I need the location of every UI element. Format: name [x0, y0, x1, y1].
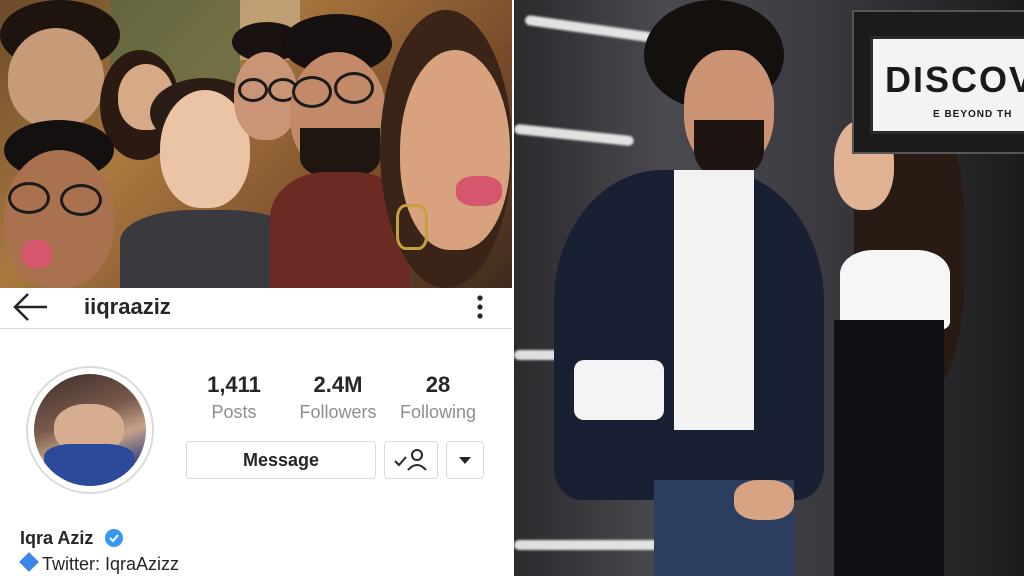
instagram-profile: iiqraaziz 1,411 Posts 2.4M Followers 28 … [0, 288, 512, 576]
stat-followers[interactable]: 2.4M Followers [288, 372, 388, 423]
woman-dress [834, 320, 944, 576]
glasses-lens [60, 184, 102, 216]
following-label: Following [399, 402, 477, 422]
profile-username: iiqraaziz [84, 294, 171, 319]
man-shirt [674, 170, 754, 430]
event-sign-panel: DISCOV E BEYOND TH [870, 36, 1024, 134]
triangle-down-icon [459, 457, 471, 464]
more-options-icon[interactable] [470, 292, 490, 322]
event-sign-text: DISCOV [885, 59, 1024, 100]
followers-count: 2.4M [313, 372, 363, 397]
verified-badge-icon [105, 529, 123, 547]
earring [396, 204, 428, 250]
tongue [456, 176, 502, 206]
glasses-lens [238, 78, 268, 102]
man-sleeve [574, 360, 664, 420]
profile-bio: Twitter: IqraAzizz [18, 552, 180, 575]
group-selfie-photo [0, 0, 512, 288]
profile-avatar[interactable] [26, 366, 154, 494]
tongue [22, 240, 52, 268]
glasses-lens [8, 182, 50, 214]
posts-count: 1,411 [207, 372, 261, 397]
event-sign-subtext: E BEYOND TH [933, 109, 1013, 120]
person-face [4, 150, 114, 288]
avatar-image [34, 374, 146, 486]
person-check-icon [394, 449, 427, 471]
back-arrow-icon[interactable] [12, 290, 50, 324]
suggestions-dropdown-button[interactable] [446, 441, 484, 479]
couple-photo: DISCOV E BEYOND TH [514, 0, 1024, 576]
glasses-lens [292, 76, 332, 108]
following-count: 28 [425, 372, 451, 397]
blue-diamond-icon [19, 552, 39, 572]
event-sign: DISCOV E BEYOND TH [852, 10, 1024, 154]
stat-following[interactable]: 28 Following [390, 372, 486, 423]
following-status-button[interactable] [384, 441, 438, 479]
profile-stats: 1,411 Posts 2.4M Followers 28 Following [186, 372, 486, 432]
profile-full-name: Iqra Aziz [20, 528, 94, 548]
woman-top [840, 250, 950, 330]
person-face [8, 28, 104, 128]
glasses-lens [334, 72, 374, 104]
floor-light [514, 540, 664, 550]
bio-text: Twitter: IqraAzizz [42, 554, 180, 574]
ceiling-light [514, 123, 635, 147]
profile-header: iiqraaziz [0, 288, 512, 329]
message-button[interactable]: Message [186, 441, 376, 479]
beard [300, 128, 380, 178]
stat-posts[interactable]: 1,411 Posts [186, 372, 282, 423]
followers-label: Followers [299, 402, 377, 422]
posts-label: Posts [211, 402, 257, 422]
hands [734, 480, 794, 520]
avatar-scarf [44, 444, 134, 486]
